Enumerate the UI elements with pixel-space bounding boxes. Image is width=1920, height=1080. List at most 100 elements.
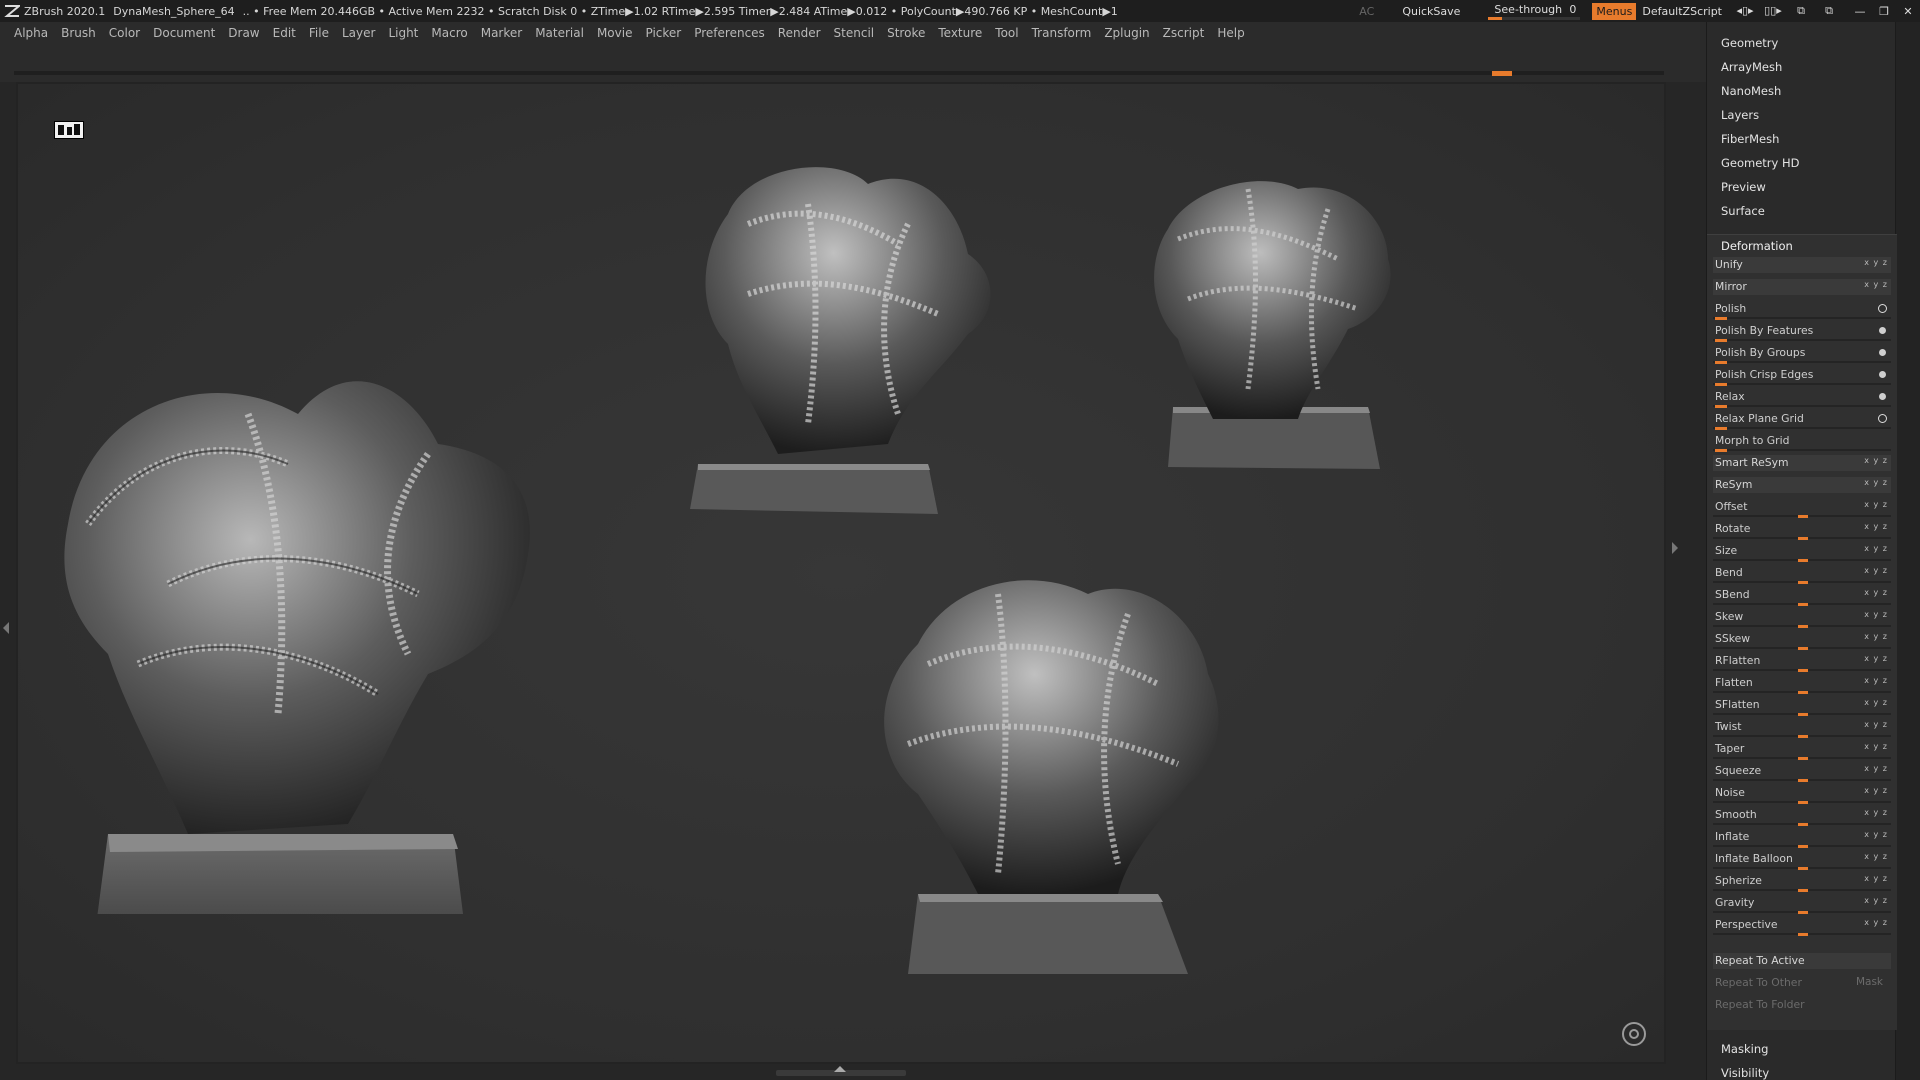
close-icon[interactable]: ✕ xyxy=(1896,5,1920,18)
subpalette-surface[interactable]: Surface xyxy=(1721,204,1765,218)
axis-toggle-icons[interactable]: x y z xyxy=(1864,654,1888,663)
subpalette-geometry-hd[interactable]: Geometry HD xyxy=(1721,156,1800,170)
deform-mirror[interactable]: Mirror x y z xyxy=(1713,279,1891,295)
axis-toggle-icons[interactable]: x y z xyxy=(1864,808,1888,817)
slider-thumb[interactable] xyxy=(1715,317,1727,320)
deform-smooth[interactable]: Smooth x y z xyxy=(1713,807,1891,826)
left-tray-arrow-icon[interactable] xyxy=(3,622,9,634)
menu-file[interactable]: File xyxy=(309,26,329,40)
slider-thumb[interactable] xyxy=(1798,911,1808,914)
menu-render[interactable]: Render xyxy=(778,26,821,40)
subpalette-geometry[interactable]: Geometry xyxy=(1721,36,1778,50)
slider-thumb[interactable] xyxy=(1715,361,1727,364)
deform-unify[interactable]: Unify x y z xyxy=(1713,257,1891,273)
subpalette-fibermesh[interactable]: FiberMesh xyxy=(1721,132,1779,146)
axis-toggle-icons[interactable]: x y z xyxy=(1864,566,1888,575)
menu-picker[interactable]: Picker xyxy=(645,26,681,40)
slider-thumb[interactable] xyxy=(1798,515,1808,518)
axis-toggle-icons[interactable]: x y z xyxy=(1864,478,1888,487)
deform-polish[interactable]: Polish xyxy=(1713,301,1891,320)
right-tray-gutter[interactable] xyxy=(1666,82,1706,1080)
deform-polish-by-groups[interactable]: Polish By Groups xyxy=(1713,345,1891,364)
deform-size[interactable]: Size x y z xyxy=(1713,543,1891,562)
toggle-dot-icon[interactable] xyxy=(1879,393,1886,400)
deform-smart-resym[interactable]: Smart ReSym x y z xyxy=(1713,455,1891,471)
axis-toggle-icons[interactable]: x y z xyxy=(1864,588,1888,597)
deform-sskew[interactable]: SSkew x y z xyxy=(1713,631,1891,650)
menu-preferences[interactable]: Preferences xyxy=(694,26,765,40)
menu-document[interactable]: Document xyxy=(153,26,215,40)
slider-thumb[interactable] xyxy=(1798,801,1808,804)
sculpt-model-bottom-center[interactable] xyxy=(828,554,1288,1024)
menu-arrows-icon[interactable]: ◂▯▸ xyxy=(1734,4,1756,18)
slider-track[interactable] xyxy=(1713,449,1891,451)
slider-track[interactable] xyxy=(1713,361,1891,363)
axis-toggle-icons[interactable]: x y z xyxy=(1864,280,1888,289)
subpalette-masking[interactable]: Masking xyxy=(1721,1042,1768,1056)
axis-toggle-icons[interactable]: x y z xyxy=(1864,852,1888,861)
slider-thumb[interactable] xyxy=(1715,383,1727,386)
deform-flatten[interactable]: Flatten x y z xyxy=(1713,675,1891,694)
menu-texture[interactable]: Texture xyxy=(938,26,982,40)
axis-toggle-icons[interactable]: x y z xyxy=(1864,632,1888,641)
toggle-dot-icon[interactable] xyxy=(1879,327,1886,334)
slider-thumb[interactable] xyxy=(1798,713,1808,716)
deform-offset[interactable]: Offset x y z xyxy=(1713,499,1891,518)
deform-sbend[interactable]: SBend x y z xyxy=(1713,587,1891,606)
minimize-icon[interactable]: — xyxy=(1848,5,1872,18)
deform-squeeze[interactable]: Squeeze x y z xyxy=(1713,763,1891,782)
subpalette-arraymesh[interactable]: ArrayMesh xyxy=(1721,60,1782,74)
menu-alpha[interactable]: Alpha xyxy=(14,26,48,40)
restore-icon[interactable]: ❐ xyxy=(1872,5,1896,18)
bottom-tray-toggle-icon[interactable] xyxy=(776,1066,906,1076)
menu-edit[interactable]: Edit xyxy=(273,26,296,40)
axis-toggle-icons[interactable]: x y z xyxy=(1864,676,1888,685)
deform-skew[interactable]: Skew x y z xyxy=(1713,609,1891,628)
layout-switch-icon[interactable]: ▯▯▸ xyxy=(1762,4,1784,18)
sculpt-model-top-center[interactable] xyxy=(668,144,1048,524)
axis-toggle-icons[interactable]: x y z xyxy=(1864,764,1888,773)
sculpt-model-top-right[interactable] xyxy=(1118,149,1448,489)
deform-spherize[interactable]: Spherize x y z xyxy=(1713,873,1891,892)
deform-morph-to-grid[interactable]: Morph to Grid xyxy=(1713,433,1891,452)
deform-perspective[interactable]: Perspective x y z xyxy=(1713,917,1891,936)
toggle-dot-icon[interactable] xyxy=(1879,349,1886,356)
see-through-slider[interactable]: See-through 0 xyxy=(1488,2,1581,20)
navigation-cube-icon[interactable] xyxy=(54,121,84,139)
slider-thumb[interactable] xyxy=(1798,603,1808,606)
ui-layout2-icon[interactable]: ⧉ xyxy=(1818,4,1840,18)
menu-stroke[interactable]: Stroke xyxy=(887,26,925,40)
axis-toggle-icons[interactable]: x y z xyxy=(1864,896,1888,905)
slider-thumb[interactable] xyxy=(1798,757,1808,760)
axis-toggle-icons[interactable]: x y z xyxy=(1864,918,1888,927)
see-through-knob[interactable] xyxy=(1488,17,1503,20)
deformation-title[interactable]: Deformation xyxy=(1721,239,1793,253)
axis-toggle-icons[interactable]: x y z xyxy=(1864,830,1888,839)
repeat-to-active-button[interactable]: Repeat To Active xyxy=(1713,953,1891,969)
slider-thumb[interactable] xyxy=(1798,581,1808,584)
axis-toggle-icons[interactable]: x y z xyxy=(1864,500,1888,509)
menu-layer[interactable]: Layer xyxy=(342,26,375,40)
slider-thumb[interactable] xyxy=(1798,625,1808,628)
menu-zscript[interactable]: Zscript xyxy=(1163,26,1205,40)
axis-toggle-icons[interactable]: x y z xyxy=(1864,874,1888,883)
menu-color[interactable]: Color xyxy=(109,26,140,40)
deform-inflate-balloon[interactable]: Inflate Balloon x y z xyxy=(1713,851,1891,870)
quicksave-button[interactable]: QuickSave xyxy=(1402,5,1460,18)
deform-relax[interactable]: Relax xyxy=(1713,389,1891,408)
subpalette-visibility[interactable]: Visibility xyxy=(1721,1066,1769,1080)
subpalette-preview[interactable]: Preview xyxy=(1721,180,1766,194)
axis-toggle-icons[interactable]: x y z xyxy=(1864,456,1888,465)
axis-toggle-icons[interactable]: x y z xyxy=(1864,522,1888,531)
slider-thumb[interactable] xyxy=(1798,691,1808,694)
deform-noise[interactable]: Noise x y z xyxy=(1713,785,1891,804)
deform-polish-crisp-edges[interactable]: Polish Crisp Edges xyxy=(1713,367,1891,386)
left-tray-gutter[interactable] xyxy=(0,82,16,1080)
slider-track[interactable] xyxy=(1713,405,1891,407)
toggle-dot-icon[interactable] xyxy=(1879,371,1886,378)
deform-taper[interactable]: Taper x y z xyxy=(1713,741,1891,760)
axis-toggle-icons[interactable]: x y z xyxy=(1864,544,1888,553)
slider-thumb[interactable] xyxy=(1798,559,1808,562)
slider-thumb[interactable] xyxy=(1715,427,1727,430)
ac-toggle[interactable]: AC xyxy=(1359,5,1374,18)
